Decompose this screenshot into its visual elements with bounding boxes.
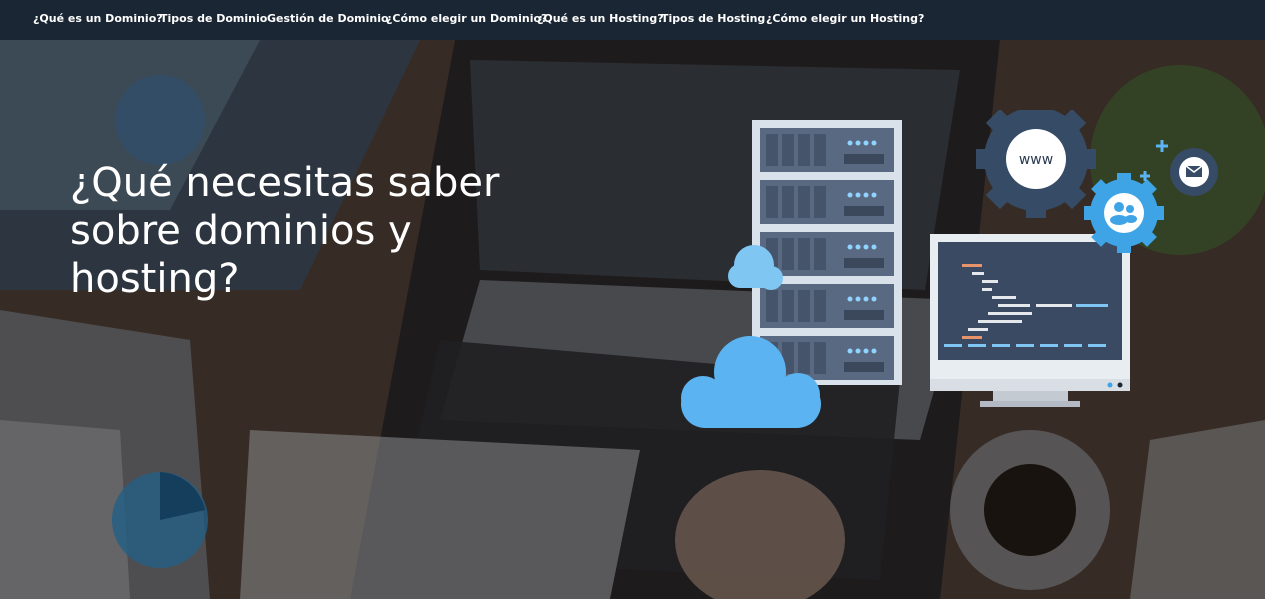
nav-item-que-es-hosting[interactable]: ¿Qué es un Hosting? xyxy=(537,12,664,25)
monitor-code-icon xyxy=(930,234,1130,407)
nav-item-elegir-dominio[interactable]: ¿Cómo elegir un Dominio? xyxy=(386,12,547,25)
nav-item-tipos-dominio[interactable]: Tipos de Dominio xyxy=(160,12,267,25)
www-label: www xyxy=(1019,152,1053,168)
hero-title: ¿Qué necesitas saber sobre dominios y ho… xyxy=(70,159,500,302)
nav-item-elegir-hosting[interactable]: ¿Cómo elegir un Hosting? xyxy=(766,12,924,25)
www-gear-icon: www xyxy=(976,110,1096,218)
nav-item-que-es-dominio[interactable]: ¿Qué es un Dominio? xyxy=(33,12,163,25)
nav-item-tipos-hosting[interactable]: Tipos de Hosting xyxy=(661,12,765,25)
hero-banner: ¿Qué necesitas saber sobre dominios y ho… xyxy=(0,40,1265,599)
plus-decoration-icon xyxy=(1140,140,1168,181)
users-gear-icon xyxy=(1084,173,1164,253)
server-rack-icon xyxy=(752,120,902,385)
mail-gear-icon xyxy=(1170,148,1218,196)
top-navigation-bar: ¿Qué es un Dominio? Tipos de Dominio Ges… xyxy=(0,0,1265,40)
nav-item-gestion-dominio[interactable]: Gestión de Dominio xyxy=(267,12,389,25)
hosting-illustration: www xyxy=(681,110,1218,428)
